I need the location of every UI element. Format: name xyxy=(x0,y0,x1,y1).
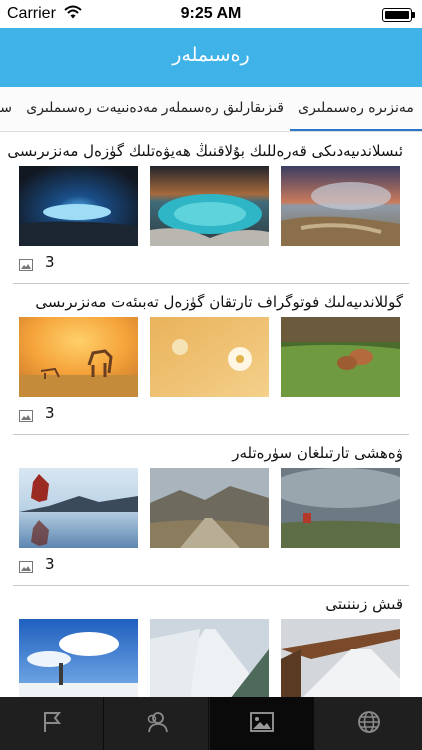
album-title: گوللاندىيەلىك فوتوگراف تارتقان گۈزەل تەب… xyxy=(35,293,403,311)
album-thumbnail[interactable] xyxy=(19,166,138,246)
photo-count: 3 xyxy=(45,404,55,422)
photo-count-icon xyxy=(19,407,33,422)
bottom-tab-bar xyxy=(0,697,422,750)
photo-count-icon xyxy=(19,256,33,271)
album-thumbnail[interactable] xyxy=(19,468,138,548)
tab-bar-item-globe[interactable] xyxy=(316,697,422,750)
album-thumbnail[interactable] xyxy=(150,619,269,697)
battery-icon xyxy=(382,8,415,22)
globe-icon xyxy=(357,710,381,738)
photo-count: 3 xyxy=(45,253,55,271)
tab-landscape[interactable]: مەنزىرە رەسىملىرى xyxy=(290,87,422,131)
photo-count-icon xyxy=(19,558,33,573)
status-bar: Carrier 9:25 AM xyxy=(0,0,422,28)
tab-funny[interactable]: قىزىقارلىق رەسىملەر xyxy=(162,87,284,131)
album-thumbnail[interactable] xyxy=(281,166,400,246)
clock: 9:25 AM xyxy=(180,5,242,22)
album-title: قىش زىننىتى xyxy=(325,595,403,613)
album-thumbnail[interactable] xyxy=(150,468,269,548)
tab-bar-item-flag[interactable] xyxy=(0,697,104,750)
category-tabs: مەنزىرە رەسىملىرى قىزىقارلىق رەسىملەر مە… xyxy=(0,87,422,132)
album-thumbnail[interactable] xyxy=(281,468,400,548)
album-thumbnail[interactable] xyxy=(19,619,138,697)
tab-bar-item-people[interactable] xyxy=(105,697,209,750)
album-card[interactable]: ۋەھشى تارتىلغان سۈرەتلەر 3 xyxy=(13,435,409,586)
album-card[interactable]: قىش زىننىتى xyxy=(13,586,409,697)
album-card[interactable]: ئىسلاندىيەدىكى قەرەللىك بۇلاقنىڭ ھەيۋەتل… xyxy=(7,133,409,284)
flag-icon xyxy=(41,710,63,738)
tab-art[interactable]: سەنئەت xyxy=(0,87,12,131)
album-title: ئىسلاندىيەدىكى قەرەللىك بۇلاقنىڭ ھەيۋەتل… xyxy=(7,142,403,160)
photo-count: 3 xyxy=(45,555,55,573)
album-thumbnail[interactable] xyxy=(281,619,400,697)
album-thumbnail[interactable] xyxy=(19,317,138,397)
album-list: ئىسلاندىيەدىكى قەرەللىك بۇلاقنىڭ ھەيۋەتل… xyxy=(0,133,422,697)
tab-bar-item-photos[interactable] xyxy=(210,697,314,750)
people-icon xyxy=(144,710,170,738)
album-card[interactable]: گوللاندىيەلىك فوتوگراف تارتقان گۈزەل تەب… xyxy=(13,284,409,435)
album-thumbnail[interactable] xyxy=(150,166,269,246)
album-thumbnail[interactable] xyxy=(281,317,400,397)
album-thumbnail[interactable] xyxy=(150,317,269,397)
tab-culture[interactable]: مەدەنىيەت رەسىملىرى xyxy=(26,87,158,131)
page-title: رەسىملەر xyxy=(172,44,250,66)
photo-icon xyxy=(249,711,275,737)
album-title: ۋەھشى تارتىلغان سۈرەتلەر xyxy=(232,444,403,462)
navigation-bar: رەسىملەر xyxy=(0,28,422,87)
